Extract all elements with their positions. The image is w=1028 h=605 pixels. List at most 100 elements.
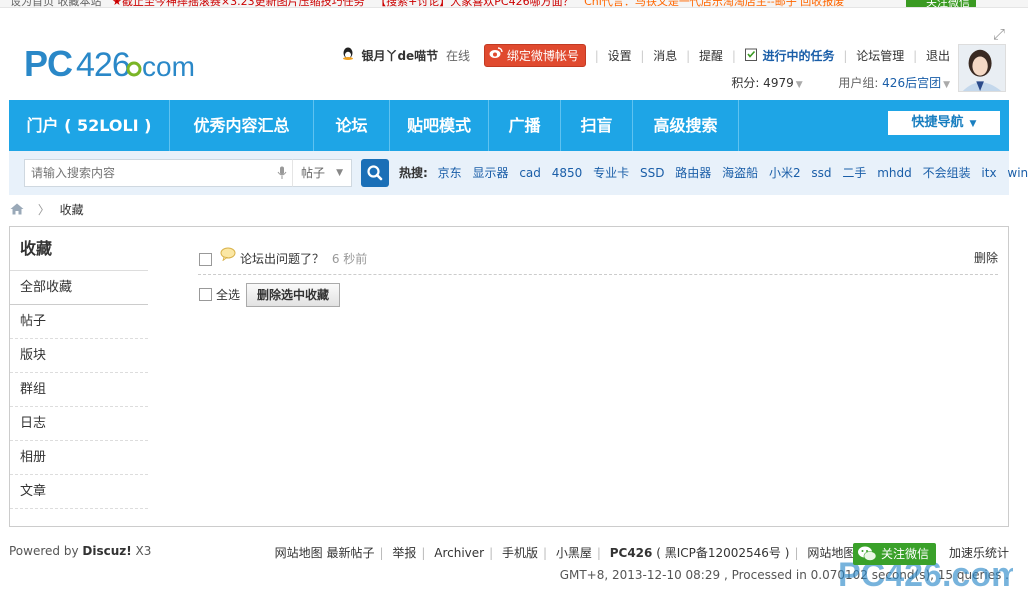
sidebar-item-albums[interactable]: 相册 (10, 441, 148, 475)
footer-link-mobile[interactable]: 手机版 (502, 546, 538, 560)
hot-search-label: 热搜: (399, 166, 428, 180)
footer-icp[interactable]: ( 黑ICP备12002546号 ) (652, 546, 789, 560)
footer-link-report[interactable]: 举报 (392, 546, 416, 560)
favorite-title: 论坛出问题了？ 6 秒前 (240, 250, 367, 267)
search-scope-select[interactable]: 帖子 ▼ (292, 159, 352, 187)
search-box (24, 159, 294, 187)
ticker-home-links[interactable]: 设为首页 收藏本站 (10, 0, 102, 7)
hot-term[interactable]: ssd (811, 166, 831, 180)
caret-down-icon: ▼ (969, 119, 977, 129)
svg-text:PC: PC (24, 43, 73, 84)
top-ticker: 设为首页 收藏本站 ★截止至今神摔摇滚赛×3.23更新图片压缩技巧任务 【搜索+… (0, 0, 1028, 8)
caret-down-icon: ▼ (336, 168, 343, 178)
footer-link-archiver[interactable]: Archiver (434, 546, 484, 560)
ticker-announcement[interactable]: ★截止至今神摔摇滚赛×3.23更新图片压缩技巧任务 (112, 0, 365, 7)
microphone-icon[interactable] (277, 166, 287, 183)
settings-link[interactable]: 设置 (608, 47, 632, 64)
search-bar: 帖子 ▼ 热搜: 京东 显示器 cad 4850 专业卡 SSD 路由器 海盗船… (9, 151, 1028, 195)
bind-weibo-button[interactable]: 绑定微博帐号 (483, 44, 586, 67)
user-meta: 积分: 4979 ▼ 用户组: 426后宫团 ▼ (731, 74, 950, 91)
ticker-text: 设为首页 收藏本站 ★截止至今神摔摇滚赛×3.23更新图片压缩技巧任务 【搜索+… (10, 0, 844, 7)
favorite-checkbox[interactable] (199, 253, 212, 266)
footer-site-name[interactable]: PC426 (610, 546, 653, 560)
sidebar-item-threads[interactable]: 帖子 (10, 305, 148, 339)
site-logo[interactable]: PC 426 com (22, 38, 202, 84)
nav-portal[interactable]: 门户 ( 52LOLI ) (9, 100, 170, 151)
messages-link[interactable]: 消息 (653, 47, 677, 64)
favorites-sidebar: 收藏 全部收藏 帖子 版块 群组 日志 相册 文章 (10, 227, 148, 509)
breadcrumb-separator-icon: 〉 (37, 203, 50, 217)
forum-admin-link[interactable]: 论坛管理 (856, 47, 904, 64)
ticker-promo[interactable]: Chi代言：马铁又是一代店乐淘淘店主--邮子 回收报废 (584, 0, 844, 7)
sidebar-item-blogs[interactable]: 日志 (10, 407, 148, 441)
list-item: 论坛出问题了？ 6 秒前 删除 (198, 245, 998, 275)
powered-by-label: Powered by (9, 544, 83, 558)
sidebar-title: 收藏 (10, 227, 148, 271)
nav-advanced-search[interactable]: 高级搜索 (633, 100, 739, 151)
points-dropdown[interactable]: 积分: 4979 ▼ (731, 76, 802, 90)
search-scope-value: 帖子 (301, 166, 326, 180)
footer-link-blackroom[interactable]: 小黑屋 (556, 546, 592, 560)
fullscreen-icon[interactable]: ⤢ (990, 25, 1008, 43)
search-input[interactable] (25, 160, 265, 186)
usergroup-dropdown[interactable]: 用户组: 426后宫团 ▼ (838, 76, 950, 90)
bind-weibo-label: 绑定微博帐号 (506, 49, 579, 63)
sidebar-item-articles[interactable]: 文章 (10, 475, 148, 509)
wechat-follow-label: 关注微信 (881, 547, 930, 561)
ongoing-tasks-link[interactable]: 进行中的任务 (763, 47, 835, 64)
nav-featured[interactable]: 优秀内容汇总 (170, 100, 314, 151)
quick-nav-button[interactable]: 快捷导航 ▼ (888, 111, 1000, 135)
breadcrumb: 〉 收藏 (10, 200, 84, 220)
sidebar-item-groups[interactable]: 群组 (10, 373, 148, 407)
avatar[interactable] (958, 44, 1006, 92)
hot-term[interactable]: 不会组装 (923, 166, 971, 180)
hot-term[interactable]: 显示器 (472, 166, 508, 180)
hot-term[interactable]: 二手 (842, 166, 866, 180)
nav-forum[interactable]: 论坛 (314, 100, 390, 151)
hot-term[interactable]: itx (981, 166, 996, 180)
hot-term[interactable]: SSD (640, 166, 664, 180)
hot-term[interactable]: 专业卡 (593, 166, 629, 180)
quick-nav-label: 快捷导航 (911, 115, 964, 130)
favorite-link[interactable]: 论坛出问题了？ (240, 252, 324, 266)
speech-bubble-icon (220, 247, 236, 264)
hot-term[interactable]: cad (519, 166, 541, 180)
select-all-checkbox[interactable] (199, 288, 212, 301)
favorites-panel: 收藏 全部收藏 帖子 版块 群组 日志 相册 文章 论坛出问题了？ 6 秒前 删… (9, 226, 1009, 527)
username-link[interactable]: 银月丫de喵节 (361, 47, 438, 64)
top-wechat-button[interactable]: 关注微信 (906, 0, 976, 7)
nav-tutorial[interactable]: 扫盲 (561, 100, 633, 151)
footer-link-sitemap-latest[interactable]: 网站地图 最新帖子 (275, 546, 375, 560)
home-icon[interactable] (10, 201, 24, 221)
hot-term[interactable]: 路由器 (675, 166, 711, 180)
footer-powered-by: Powered by Discuz! X3 (9, 544, 151, 558)
select-all-label[interactable]: 全选 (216, 286, 240, 303)
favorites-list: 论坛出问题了？ 6 秒前 删除 全选 删除选中收藏 (198, 245, 998, 311)
nav-tieba-mode[interactable]: 贴吧模式 (390, 100, 489, 151)
delete-selected-button[interactable]: 删除选中收藏 (246, 283, 341, 307)
logout-link[interactable]: 退出 (926, 47, 950, 64)
chevron-down-icon: ▼ (943, 80, 950, 90)
delete-favorite-link[interactable]: 删除 (974, 249, 998, 266)
nav-broadcast[interactable]: 广播 (489, 100, 561, 151)
hot-term[interactable]: 京东 (438, 166, 462, 180)
search-button[interactable] (361, 159, 389, 187)
discuz-link[interactable]: Discuz! (82, 544, 131, 558)
notifications-link[interactable]: 提醒 (699, 47, 723, 64)
hot-term[interactable]: 4850 (552, 166, 583, 180)
weibo-icon (489, 47, 503, 62)
hot-term[interactable]: mhdd (877, 166, 912, 180)
chevron-down-icon: ▼ (795, 80, 803, 90)
bulk-actions: 全选 删除选中收藏 (198, 277, 998, 311)
favorite-time: 6 秒前 (331, 252, 368, 266)
hot-term[interactable]: win7 (1007, 166, 1028, 180)
sidebar-item-forums[interactable]: 版块 (10, 339, 148, 373)
main-nav: 门户 ( 52LOLI ) 优秀内容汇总 论坛 贴吧模式 广播 扫盲 高级搜索 … (9, 100, 1009, 151)
wechat-follow-button[interactable]: 关注微信 (853, 543, 937, 565)
hot-term[interactable]: 小米2 (769, 166, 801, 180)
ticker-survey[interactable]: 【搜索+讨论】大家喜欢PC426哪方面？ (375, 0, 574, 7)
svg-text:com: com (142, 51, 195, 82)
search-icon (367, 165, 383, 181)
sidebar-item-all-favorites[interactable]: 全部收藏 (10, 271, 148, 305)
hot-term[interactable]: 海盗船 (722, 166, 758, 180)
